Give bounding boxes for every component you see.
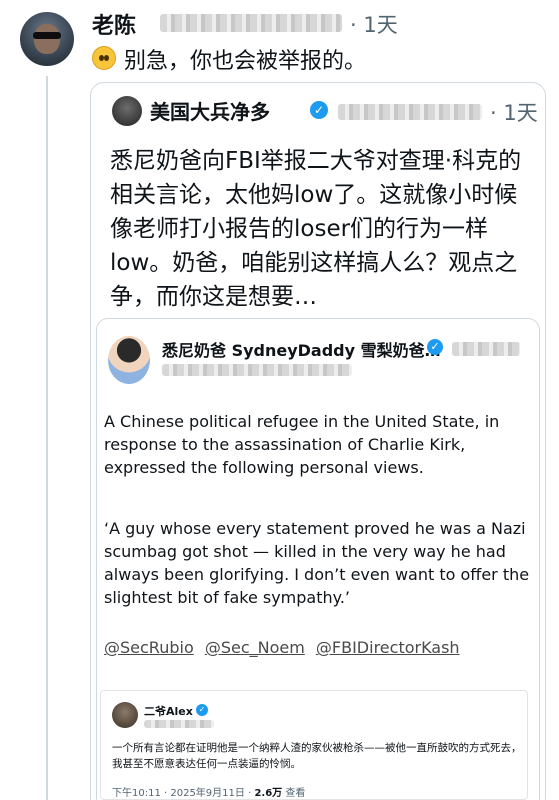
verified-badge-icon: ✓ <box>427 339 443 355</box>
redacted-handle-line <box>162 364 352 376</box>
mention-link[interactable]: @SecRubio <box>104 638 194 657</box>
screenshot-post-views-label: 查看 <box>282 788 306 799</box>
nested-post-author-name[interactable]: 悉尼奶爸 SydneyDaddy 雪梨奶爸… <box>162 337 441 361</box>
screenshot-post-author-name: 二爷Alex <box>144 705 193 718</box>
nested-post-avatar[interactable] <box>108 336 150 384</box>
screenshot-post-time: 下午10:11 · 2025年9月11日 · <box>112 788 255 799</box>
quoted-post-author-name[interactable]: 美国大兵净多 <box>150 96 270 125</box>
screenshot-post-avatar <box>112 702 138 728</box>
verified-badge-icon: ✓ <box>310 101 328 119</box>
quoted-post-avatar[interactable] <box>112 96 142 126</box>
verified-badge-icon: ✓ <box>196 704 208 716</box>
redacted-handle <box>452 342 520 356</box>
reply-timestamp[interactable]: · 1天 <box>350 9 398 39</box>
nested-post-quote: ‘A guy whose every statement proved he w… <box>104 519 530 607</box>
avatar-glasses <box>33 32 61 39</box>
avatar-face <box>34 24 60 54</box>
redacted-handle <box>144 720 214 728</box>
screenshot-post-meta: 下午10:11 · 2025年9月11日 · 2.6万 查看 <box>112 784 305 799</box>
pleading-face-emoji-icon <box>92 46 116 70</box>
quoted-post-timestamp[interactable]: · 1天 <box>490 97 538 127</box>
mention-link[interactable]: @Sec_Noem <box>205 638 305 657</box>
redacted-handle <box>160 14 342 32</box>
quoted-post-text: 悉尼奶爸向FBI举报二大爷对查理·科克的相关言论，太他妈low了。这就像小时候像… <box>110 148 522 310</box>
redacted-handle <box>338 104 482 120</box>
reply-text: 别急，你也会被举报的。 <box>124 49 367 74</box>
mention-links: @SecRubio @Sec_Noem @FBIDirectorKash <box>104 638 466 657</box>
thread-connector-line <box>46 76 48 800</box>
screenshot-post-text: 一个所有言论都在证明他是一个纳粹人渣的家伙被枪杀——被他一直所鼓吹的方式死去，我… <box>112 742 522 770</box>
avatar[interactable] <box>20 12 74 66</box>
mention-link[interactable]: @FBIDirectorKash <box>316 638 460 657</box>
screenshot-post-views-count: 2.6万 <box>254 788 283 799</box>
reply-author-name[interactable]: 老陈 <box>92 8 136 40</box>
nested-post-body: A Chinese political refugee in the Unite… <box>104 412 500 477</box>
